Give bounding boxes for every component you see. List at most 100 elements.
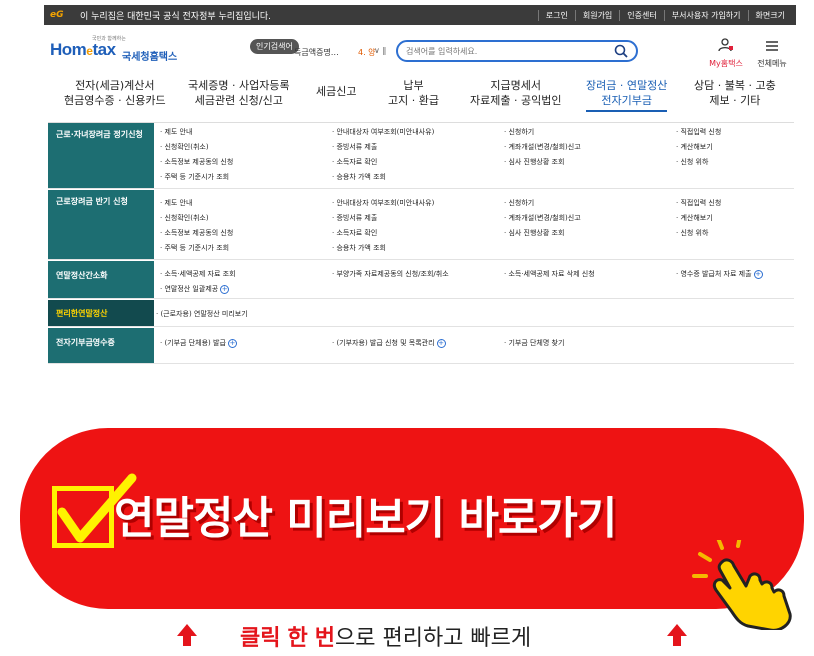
nav-item-line1: 지급명세서 [490, 79, 542, 92]
submenu-link[interactable]: · 안내대상자 여부조회(미안내사유) [332, 198, 434, 208]
popular-keyword-controls[interactable]: ∨ ‖ [374, 46, 386, 55]
submenu-link-yearend-preview[interactable]: · (근로자용) 연말정산 미리보기 [156, 309, 248, 319]
page-root: eG 이 누리집은 대한민국 공식 전자정부 누리집입니다. 로그인 회원가입 … [0, 0, 814, 656]
subline-word-click: 클릭 [240, 626, 281, 651]
submenu-link-text: · (기부자용) 발급 신청 및 목록관리 [332, 339, 435, 347]
nav-item-payment[interactable]: 납부 고지 · 환급 [388, 78, 439, 108]
submenu-link[interactable]: · 소득자료 확인 [332, 228, 377, 238]
submenu-link[interactable]: · 심사 진행상황 조회 [504, 157, 564, 167]
submenu-link[interactable]: · 계산해보기 [676, 213, 713, 223]
user-icon [718, 38, 733, 52]
submenu-link-with-plus[interactable]: · (기부자용) 발급 신청 및 목록관리 + [332, 338, 446, 348]
submenu-link[interactable]: · 신청 위하 [676, 228, 708, 238]
submenu-row-e-donation-receipt: 전자기부금영수증 · (기부금 단체용) 발급 + · (기부자용) 발급 신청 … [48, 328, 794, 364]
nav-item-line2: 고지 · 환급 [388, 94, 439, 107]
my-hometax-button[interactable]: My홈택스 [706, 37, 746, 68]
arrow-up-icon [667, 624, 687, 646]
plus-circle-icon[interactable]: + [227, 338, 237, 348]
nav-item-line1: 세금신고 [316, 85, 357, 98]
search-icon[interactable] [614, 44, 628, 58]
all-menu-label: 전체메뉴 [757, 59, 787, 68]
submenu-link[interactable]: · 신청 위하 [676, 157, 708, 167]
plus-circle-icon[interactable]: + [436, 338, 446, 348]
logo-wordmark-prefix: Hom [50, 40, 87, 59]
submenu-link[interactable]: · 신청확인(취소) [160, 213, 209, 223]
submenu-row-convenient-yearend: 편리한연말정산 · (근로자용) 연말정산 미리보기 [48, 300, 794, 327]
submenu-link[interactable]: · 직접입력 신청 [676, 198, 721, 208]
nav-item-consultation[interactable]: 상담 · 불복 · 고충 제보 · 기타 [694, 78, 776, 108]
plus-circle-icon[interactable]: + [220, 284, 230, 294]
signup-link[interactable]: 회원가입 [574, 9, 619, 21]
plus-circle-icon[interactable]: + [753, 269, 763, 279]
my-hometax-label: My홈택스 [709, 59, 743, 68]
popular-keyword-rank[interactable]: 4. 양 [358, 47, 376, 58]
submenu-category[interactable]: 전자기부금영수증 [48, 328, 154, 363]
submenu-panel: 근로·자녀장려금 정기신청 · 제도 안내 · 안내대상자 여부조회(미안내사유… [48, 122, 794, 364]
submenu-link[interactable]: · 부양가족 자료제공동의 신청/조회/취소 [332, 269, 449, 279]
submenu-link-with-plus[interactable]: · 영수증 발급처 자료 제출 + [676, 269, 763, 279]
submenu-link[interactable]: · 소득자료 확인 [332, 157, 377, 167]
search-box [396, 40, 638, 62]
subline-word-one: 한 [287, 626, 308, 651]
submenu-link[interactable]: · 계산해보기 [676, 142, 713, 152]
submenu-category[interactable]: 근로·자녀장려금 정기신청 [48, 123, 154, 188]
submenu-link[interactable]: · 제도 안내 [160, 198, 192, 208]
nav-item-tax-filing[interactable]: 세금신고 [316, 84, 356, 99]
submenu-link-text: · 연말정산 일괄제공 [160, 285, 219, 293]
logo-wordmark-suffix: tax [92, 40, 116, 59]
submenu-link-with-plus[interactable]: · (기부금 단체용) 발급 + [160, 338, 237, 348]
main-nav: 전자(세금)계산서 현금영수증 · 신용카드 국세증명 · 사업자등록 세금관련… [44, 78, 796, 116]
submenu-category[interactable]: 근로장려금 반기 신청 [48, 190, 154, 259]
submenu-category-selected[interactable]: 편리한연말정산 [48, 300, 154, 326]
submenu-link[interactable]: · 제도 안내 [160, 127, 192, 137]
submenu-link[interactable]: · 직접입력 신청 [676, 127, 721, 137]
nav-item-certificates[interactable]: 국세증명 · 사업자등록 세금관련 신청/신고 [188, 78, 290, 108]
submenu-link[interactable]: · 주택 등 기준시가 조회 [160, 243, 229, 253]
submenu-link[interactable]: · 신청하기 [504, 198, 534, 208]
banner-title: 연말정산 미리보기 바로가기 [114, 493, 617, 544]
submenu-link[interactable]: · 소득정보 제공동의 신청 [160, 157, 233, 167]
submenu-link[interactable]: · 소득·세액공제 자료 삭제 신청 [504, 269, 595, 279]
submenu-link-text: · (기부금 단체용) 발급 [160, 339, 226, 347]
banner-subline: 클릭 한 번으로 편리하고 빠르게 [176, 620, 696, 652]
all-menu-button[interactable]: 전체메뉴 [752, 37, 792, 68]
submenu-link[interactable]: · 심사 진행상황 조회 [504, 228, 564, 238]
gov-bar-links: 로그인 회원가입 인증센터 부서사용자 가입하기 화면크기 [537, 9, 796, 21]
submenu-link[interactable]: · 기부금 단체명 찾기 [504, 338, 564, 348]
hometax-logo[interactable]: 국민과 함께하는 Hometax 국세청홈택스 [50, 35, 180, 65]
gov-banner-text: 이 누리집은 대한민국 공식 전자정부 누리집입니다. [80, 11, 272, 22]
popular-keyword-item[interactable]: 득금액증명… [294, 47, 339, 58]
submenu-link[interactable]: · 소득·세액공제 자료 조회 [160, 269, 236, 279]
submenu-link[interactable]: · 계좌개설(변경/철회)신고 [504, 213, 581, 223]
submenu-link[interactable]: · 증빙서류 제출 [332, 213, 377, 223]
search-input[interactable] [406, 44, 596, 58]
submenu-link[interactable]: · 안내대상자 여부조회(미안내사유) [332, 127, 434, 137]
site-header: 국민과 함께하는 Hometax 국세청홈택스 인기검색어 득금액증명… 4. … [44, 33, 796, 69]
nav-item-incentives-year-end[interactable]: 장려금 · 연말정산 전자기부금 [586, 78, 668, 112]
submenu-link[interactable]: · 소득정보 제공동의 신청 [160, 228, 233, 238]
screen-size-link[interactable]: 화면크기 [747, 9, 792, 21]
nav-item-statements[interactable]: 지급명세서 자료제출 · 공익법인 [470, 78, 561, 108]
submenu-category[interactable]: 연말정산간소화 [48, 261, 154, 298]
nav-item-e-invoice[interactable]: 전자(세금)계산서 현금영수증 · 신용카드 [64, 78, 166, 108]
yearend-preview-banner[interactable]: 연말정산 미리보기 바로가기 [20, 428, 804, 630]
logo-wordmark: Hometax [50, 40, 116, 60]
nav-item-line1: 상담 · 불복 · 고충 [694, 79, 776, 92]
login-link[interactable]: 로그인 [537, 9, 575, 21]
submenu-link[interactable]: · 신청확인(취소) [160, 142, 209, 152]
auth-center-link[interactable]: 인증센터 [619, 9, 663, 21]
submenu-link[interactable]: · 증빙서류 제출 [332, 142, 377, 152]
nav-item-line2: 제보 · 기타 [709, 94, 761, 107]
nav-item-line1: 장려금 · 연말정산 [586, 79, 668, 92]
submenu-link[interactable]: · 승용차 가액 조회 [332, 243, 386, 253]
submenu-link[interactable]: · 계좌개설(변경/철회)신고 [504, 142, 581, 152]
hamburger-icon [766, 41, 778, 51]
submenu-link-with-plus[interactable]: · 연말정산 일괄제공 + [160, 284, 230, 294]
dept-user-signup-link[interactable]: 부서사용자 가입하기 [663, 9, 748, 21]
nav-item-line2: 자료제출 · 공익법인 [470, 94, 562, 107]
nav-item-line1: 전자(세금)계산서 [75, 79, 155, 92]
subline-rest: 으로 편리하고 빠르게 [334, 626, 532, 651]
submenu-link[interactable]: · 주택 등 기준시가 조회 [160, 172, 229, 182]
submenu-link[interactable]: · 신청하기 [504, 127, 534, 137]
submenu-link[interactable]: · 승용차 가액 조회 [332, 172, 386, 182]
